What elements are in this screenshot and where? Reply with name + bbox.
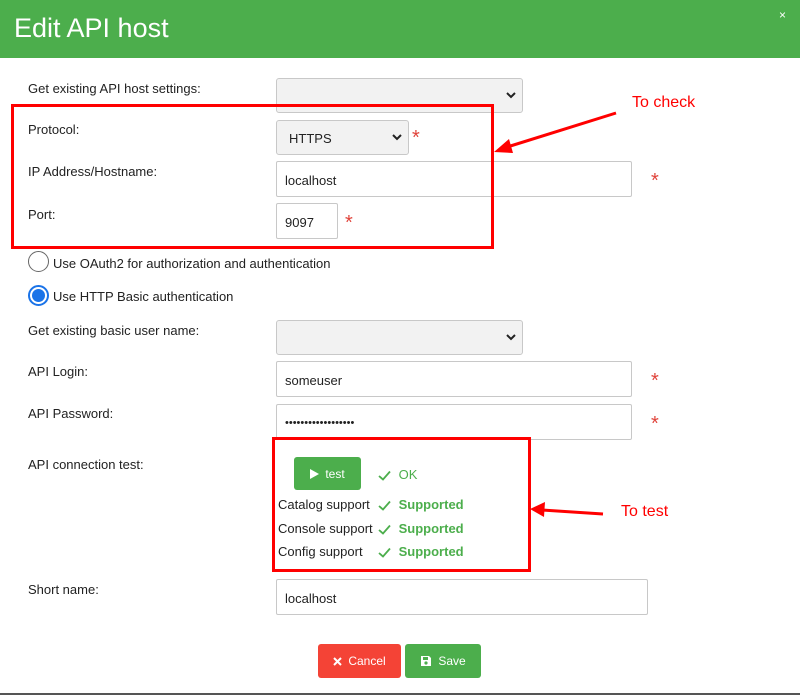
close-icon: [333, 656, 343, 666]
oauth-radio[interactable]: [28, 251, 49, 272]
save-button-label: Save: [438, 654, 466, 668]
save-button[interactable]: Save: [405, 644, 481, 678]
arrow-icon: [530, 502, 604, 517]
close-icon[interactable]: ×: [779, 8, 786, 22]
basic-auth-radio[interactable]: [28, 285, 49, 306]
oauth-radio-label[interactable]: Use OAuth2 for authorization and authent…: [53, 256, 331, 271]
required-star: *: [651, 413, 659, 435]
existing-settings-label: Get existing API host settings:: [28, 81, 201, 96]
to-test-annotation: To test: [621, 503, 669, 520]
password-input[interactable]: ••••••••••••••••••: [276, 404, 632, 440]
password-value: ••••••••••••••••••: [285, 417, 355, 429]
existing-user-label: Get existing basic user name:: [28, 323, 200, 338]
basic-auth-radio-label[interactable]: Use HTTP Basic authentication: [53, 289, 233, 304]
chevron-down-icon: [506, 92, 516, 99]
floppy-disk-icon: [421, 656, 432, 666]
required-star: *: [651, 370, 659, 392]
login-label: API Login:: [28, 364, 88, 379]
existing-user-select[interactable]: [276, 320, 523, 355]
arrow-icon: [494, 111, 617, 153]
login-value: someuser: [285, 373, 343, 388]
required-star: *: [651, 170, 659, 192]
chevron-down-icon: [506, 334, 516, 341]
to-test-highlight-box: [272, 437, 531, 572]
cancel-button-label: Cancel: [348, 654, 386, 668]
dialog-title: Edit API host: [14, 13, 169, 43]
to-check-annotation: To check: [632, 94, 696, 111]
short-name-value: localhost: [285, 591, 337, 606]
password-label: API Password:: [28, 406, 114, 421]
short-name-input[interactable]: localhost: [276, 579, 648, 615]
short-name-label: Short name:: [28, 582, 99, 597]
login-input[interactable]: someuser: [276, 361, 632, 397]
dialog-header: Edit API host ×: [0, 0, 800, 58]
to-check-highlight-box: [11, 104, 494, 249]
cancel-button[interactable]: Cancel: [318, 644, 401, 678]
connection-test-label: API connection test:: [28, 457, 144, 472]
